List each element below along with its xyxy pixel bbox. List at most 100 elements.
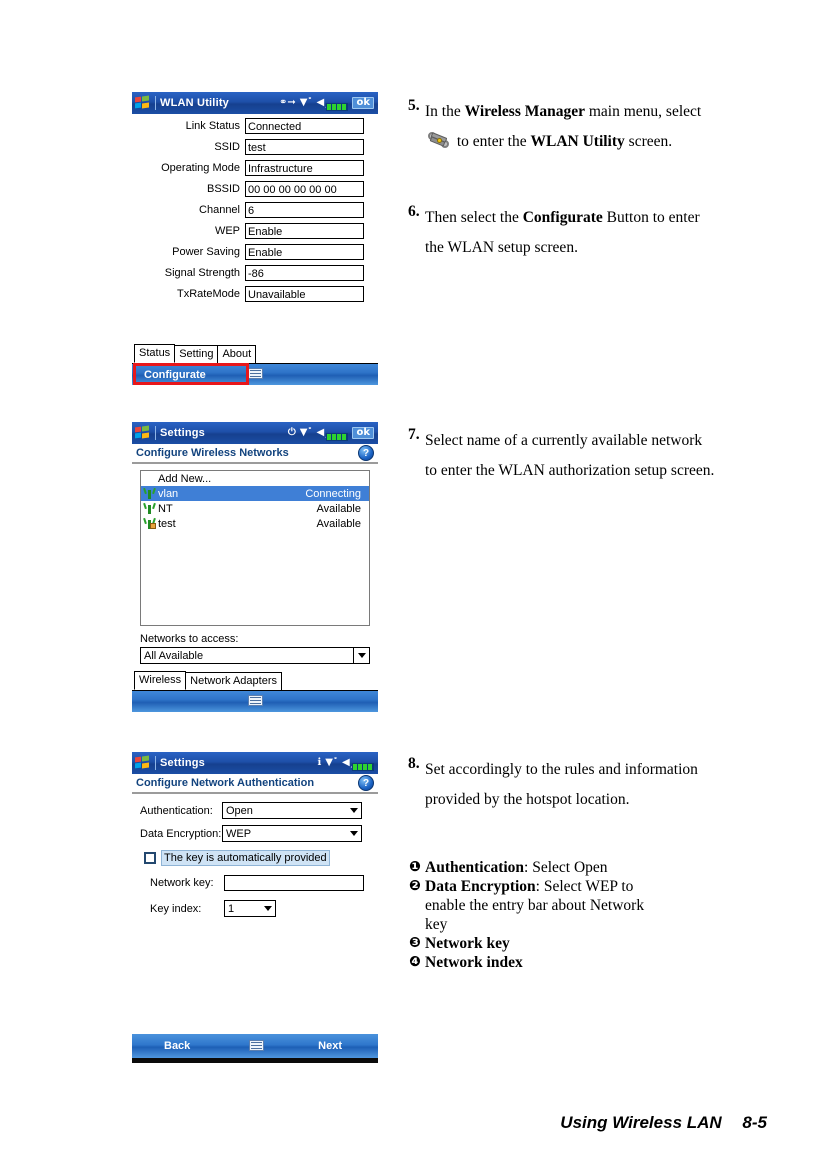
text-segment-bold: Wireless Manager xyxy=(464,103,585,120)
encryption-dropdown[interactable]: WEP xyxy=(222,825,362,842)
divider xyxy=(155,96,156,110)
field-label: BSSID xyxy=(206,183,240,195)
field-row: Operating Mode Infrastructure xyxy=(132,160,378,176)
tab-about[interactable]: About xyxy=(217,345,257,363)
bullet-item: ❶ Authentication: Select Open xyxy=(409,858,721,877)
connectivity-icon[interactable]: ⚭➞ xyxy=(279,98,296,108)
step-number: 7. xyxy=(408,426,420,443)
bullet-item: ❷ Data Encryption: Select WEP to xyxy=(409,877,721,896)
field-label: Signal Strength xyxy=(164,267,240,279)
subheader-title: Configure Network Authentication xyxy=(136,777,315,789)
field-value: Enable xyxy=(245,244,364,260)
authentication-dropdown[interactable]: Open xyxy=(222,802,362,819)
panel-network-authentication: Settings ℹ ▼˟ ◀‸ Configure Network Authe… xyxy=(132,752,378,1063)
circled-number-1-icon: ❶ xyxy=(409,859,421,875)
auto-key-checkbox[interactable] xyxy=(144,852,156,864)
keyboard-icon[interactable] xyxy=(248,368,263,379)
signal-icon[interactable]: ▼˟ xyxy=(325,758,338,768)
step-number: 6. xyxy=(408,203,420,220)
device-bezel xyxy=(132,1058,378,1063)
titlebar-status-icons: ⚭➞ ▼˟ ◀‸ ok xyxy=(279,96,376,111)
encryption-row: Data Encryption: WEP xyxy=(140,825,378,842)
dropdown-value: 1 xyxy=(228,902,235,915)
instruction-step-5: 5. In the Wireless Manager main menu, se… xyxy=(408,97,708,160)
tab-setting[interactable]: Setting xyxy=(174,345,219,363)
networks-to-access-dropdown[interactable]: All Available xyxy=(140,647,370,664)
bullet-continuation: enable the entry bar about Network xyxy=(425,897,645,914)
chevron-down-icon[interactable] xyxy=(260,901,275,916)
network-status: Available xyxy=(316,517,361,530)
list-item[interactable]: test Available xyxy=(141,516,369,531)
key-index-dropdown[interactable]: 1 xyxy=(224,900,276,917)
info-icon[interactable]: ℹ xyxy=(317,758,321,768)
chevron-down-icon[interactable] xyxy=(346,826,361,841)
list-item[interactable]: NT Available xyxy=(141,501,369,516)
titlebar-status-icons: ℹ ▼˟ ◀‸ xyxy=(317,756,376,771)
field-label: Channel xyxy=(199,204,240,216)
field-row: WEP Enable xyxy=(132,223,378,239)
network-list[interactable]: Add New... vlan Connecting NT Available … xyxy=(140,470,370,626)
encryption-label: Data Encryption: xyxy=(140,827,222,840)
text-segment: main menu, select xyxy=(585,103,702,120)
field-value: -86 xyxy=(245,265,364,281)
field-row: BSSID 00 00 00 00 00 00 xyxy=(132,181,378,197)
network-name: NT xyxy=(158,502,173,515)
signal-icon[interactable]: ▼˟ xyxy=(300,98,313,108)
tabbar-filler xyxy=(281,673,378,690)
field-label: TxRateMode xyxy=(177,288,240,300)
step-number: 5. xyxy=(408,97,420,114)
bullet-bold: Authentication xyxy=(425,859,525,876)
ok-button[interactable]: ok xyxy=(352,97,374,109)
tabbar-wlan-utility: Status Setting About xyxy=(132,344,378,364)
field-label: Link Status xyxy=(185,120,240,132)
text-segment: Then select the xyxy=(425,209,523,226)
instruction-step-7: 7. Select name of a currently available … xyxy=(408,426,718,489)
field-row: Channel 6 xyxy=(132,202,378,218)
help-icon[interactable]: ? xyxy=(358,775,374,791)
field-label: Operating Mode xyxy=(161,162,240,174)
list-item-add-new[interactable]: Add New... xyxy=(141,471,369,486)
tab-network-adapters[interactable]: Network Adapters xyxy=(185,672,282,690)
chevron-down-icon[interactable] xyxy=(353,648,369,663)
next-button[interactable]: Next xyxy=(318,1040,342,1052)
back-button[interactable]: Back xyxy=(164,1040,190,1052)
page-footer: Using Wireless LAN 8-5 xyxy=(560,1113,767,1133)
titlebar-title: Settings xyxy=(160,427,205,439)
windows-logo-icon xyxy=(135,755,151,770)
keyboard-icon[interactable] xyxy=(248,695,263,706)
network-name: vlan xyxy=(158,487,179,500)
step-text: Then select the Configurate Button to en… xyxy=(425,203,708,263)
panel-empty-area xyxy=(132,917,378,1034)
chevron-down-icon[interactable] xyxy=(346,803,361,818)
network-key-input[interactable] xyxy=(224,875,364,891)
battery-icon xyxy=(326,432,349,441)
battery-icon xyxy=(352,762,374,771)
dropdown-value: All Available xyxy=(144,649,204,662)
tab-wireless[interactable]: Wireless xyxy=(134,671,187,690)
list-item[interactable]: vlan Connecting xyxy=(141,486,369,501)
tab-status[interactable]: Status xyxy=(134,344,176,363)
wireless-on-icon[interactable]: ⏻ xyxy=(288,428,296,438)
tabbar-filler xyxy=(255,346,378,363)
ok-button[interactable]: ok xyxy=(352,427,374,439)
signal-icon[interactable]: ▼˟ xyxy=(300,428,313,438)
keyboard-icon[interactable] xyxy=(249,1040,264,1051)
field-value: 6 xyxy=(245,202,364,218)
bullet-rest: : Select WEP to xyxy=(535,878,634,895)
titlebar-status-icons: ⏻ ▼˟ ◀‸ ok xyxy=(288,426,376,441)
wrench-icon xyxy=(428,132,450,149)
bullet-continuation: key xyxy=(425,916,448,933)
subheader-wireless: Configure Wireless Networks ? xyxy=(132,444,378,464)
divider xyxy=(155,426,156,440)
wifi-antenna-lock-icon xyxy=(143,517,156,530)
help-icon[interactable]: ? xyxy=(358,445,374,461)
authentication-row: Authentication: Open xyxy=(140,802,378,819)
panel-wlan-utility: WLAN Utility ⚭➞ ▼˟ ◀‸ ok Link Status Con… xyxy=(132,92,378,385)
auto-key-checkbox-row[interactable]: The key is automatically provided xyxy=(144,850,378,866)
tabbar-settings: Wireless Network Adapters xyxy=(132,671,378,691)
bullet-list: ❶ Authentication: Select Open ❷ Data Enc… xyxy=(409,858,721,972)
wifi-antenna-icon xyxy=(143,502,156,515)
network-name: test xyxy=(158,517,176,530)
titlebar-title: WLAN Utility xyxy=(160,97,230,109)
wlan-status-fields: Link Status Connected SSID test Operatin… xyxy=(132,114,378,302)
